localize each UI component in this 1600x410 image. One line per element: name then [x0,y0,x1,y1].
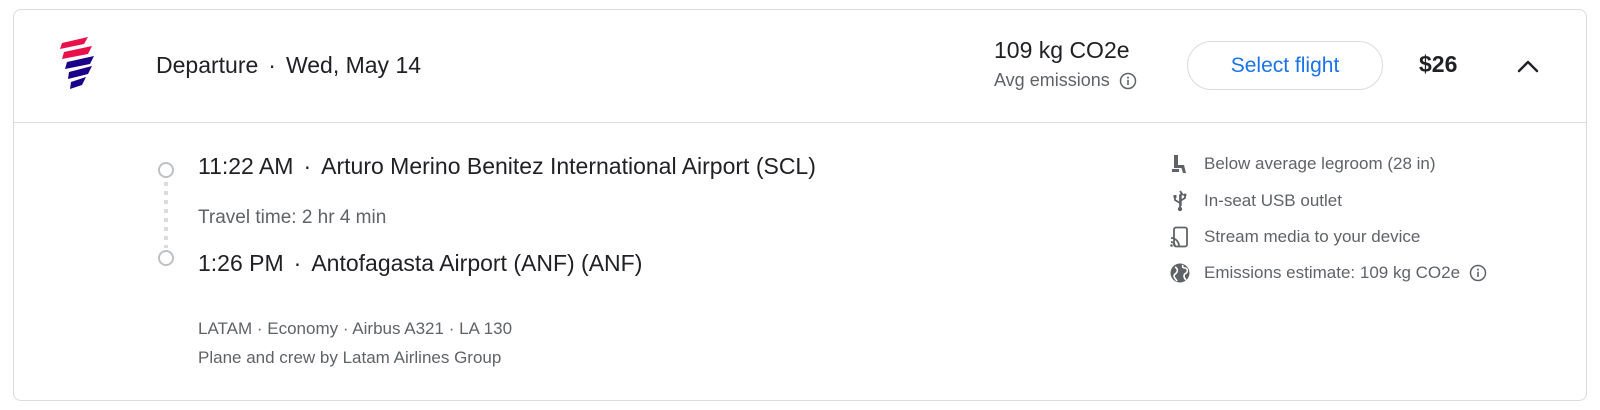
amenity-usb-text: In-seat USB outlet [1204,191,1342,210]
flight-header[interactable]: Departure · Wed, May 14 109 kg CO2e Avg em… [14,10,1586,123]
departure-airport: Arturo Merino Benitez International Airp… [321,153,816,179]
title-separator: · [268,52,276,78]
legroom-icon [1172,155,1186,173]
arrival-separator: · [293,250,302,276]
flight-price: $26 [1419,51,1458,77]
emissions-value: 109 kg CO2e [994,37,1130,63]
departure-title: Departure · Wed, May 14 [156,52,421,79]
stream-media-icon [1170,226,1188,248]
amenity-emissions: Emissions estimate: 109 kg CO2e [1169,262,1487,284]
chevron-up-icon[interactable] [1511,50,1545,84]
arrival-time: 1:26 PM [198,250,284,276]
departure-time: 11:22 AM [198,153,294,179]
arrival-stop-icon [158,250,174,266]
itinerary-timeline [158,162,174,266]
arrival-airport: Antofagasta Airport (ANF) (ANF) [311,250,643,276]
departure-stop-icon [158,162,174,178]
flight-details-card: Departure · Wed, May 14 109 kg CO2e Avg em… [13,9,1587,401]
operator-info: Plane and crew by Latam Airlines Group [198,348,502,367]
amenity-usb: In-seat USB outlet [1169,190,1342,212]
usb-icon [1173,190,1187,212]
info-icon[interactable] [1119,72,1137,90]
amenity-legroom: Below average legroom (28 in) [1169,153,1436,175]
amenity-stream-text: Stream media to your device [1204,227,1421,246]
departure-row: 11:22 AM · Arturo Merino Benitez Internati… [198,153,816,180]
arrival-row: 1:26 PM · Antofagasta Airport (ANF) (ANF) [198,250,642,277]
amenity-legroom-text: Below average legroom (28 in) [1204,154,1436,173]
departure-date: Wed, May 14 [285,52,422,78]
direction-label: Departure [156,52,259,78]
emissions-label-row: Avg emissions [994,70,1137,91]
emissions-label: Avg emissions [994,70,1110,90]
latam-logo [60,37,94,89]
globe-icon [1170,263,1190,283]
departure-separator: · [303,153,312,179]
select-flight-button[interactable]: Select flight [1187,41,1383,90]
travel-time: Travel time: 2 hr 4 min [198,207,387,228]
flight-info: LATAM · Economy · Airbus A321 · LA 130 [198,319,513,338]
amenity-emissions-text: Emissions estimate: 109 kg CO2e [1204,263,1461,282]
amenity-stream: Stream media to your device [1169,226,1420,248]
emissions-info-icon[interactable] [1469,264,1487,282]
